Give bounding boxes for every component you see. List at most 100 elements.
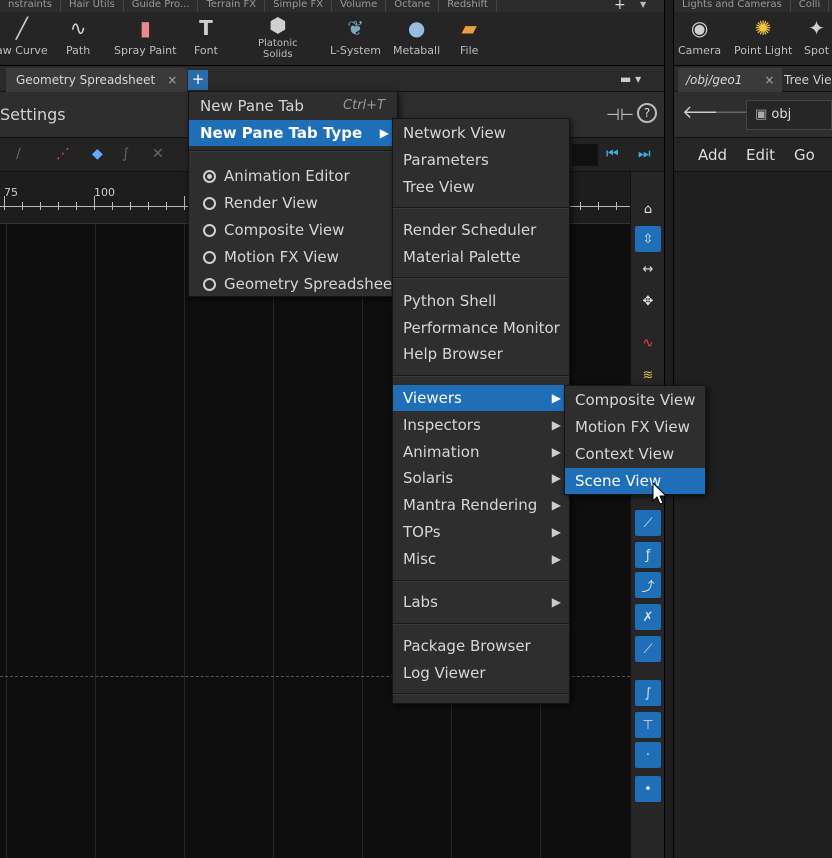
tool-label: Camera xyxy=(678,44,722,57)
curve-tool-icon[interactable]: ∕ xyxy=(16,146,21,162)
menu-item-scene-view[interactable]: Scene View xyxy=(565,468,705,494)
menu-item-animation[interactable]: Animation ▶ xyxy=(393,439,569,465)
function-icon[interactable]: ƒ xyxy=(635,542,661,568)
select-key-icon[interactable]: ◆ xyxy=(92,146,103,162)
menu-item-new-pane-tab-type[interactable]: New Pane Tab Type ▶ xyxy=(189,120,397,146)
tangent-icon[interactable]: ⟋ xyxy=(635,510,661,536)
menu-item-performance-monitor[interactable]: Performance Monitor xyxy=(393,315,569,341)
menu-item-render-scheduler[interactable]: Render Scheduler xyxy=(393,217,569,243)
network-editor-area[interactable] xyxy=(674,172,832,858)
fit-horizontal-icon[interactable]: ↔ xyxy=(635,256,661,282)
linear-icon[interactable]: ⟋ xyxy=(635,636,661,662)
menu-separator xyxy=(393,623,569,625)
menu-item-parameters[interactable]: Parameters xyxy=(393,147,569,173)
shelf-menu-icon[interactable]: ▼ xyxy=(640,0,646,10)
tab-label: /obj/geo1 xyxy=(686,73,743,87)
fit-all-icon[interactable]: ✥ xyxy=(635,288,661,314)
slope-icon[interactable]: ∫ xyxy=(122,146,129,162)
menu-item-new-pane-tab[interactable]: New Pane Tab Ctrl+T xyxy=(189,93,397,119)
shelf-tab[interactable]: Terrain FX xyxy=(198,0,266,12)
menu-edit[interactable]: Edit xyxy=(746,146,775,164)
new-tab-button[interactable]: + xyxy=(188,70,208,90)
help-icon[interactable]: ? xyxy=(637,103,657,123)
menu-item-label: Motion FX View xyxy=(575,418,690,436)
tab-network-path[interactable]: /obj/geo1 × xyxy=(678,68,783,92)
ruler-tick xyxy=(598,202,599,210)
menu-item-label: Motion FX View xyxy=(224,248,339,266)
shelf-tab[interactable]: Simple FX xyxy=(265,0,333,12)
menu-item-label: Labs xyxy=(403,593,438,611)
tab-tree-view[interactable]: Tree Vie xyxy=(784,68,831,92)
font-tool[interactable]: T Font xyxy=(194,12,218,66)
radio-composite-view[interactable]: Composite View xyxy=(189,217,397,243)
platonic-solids-tool[interactable]: ⬢ Platonic Solids xyxy=(258,12,298,66)
menu-item-tree-view[interactable]: Tree View xyxy=(393,174,569,200)
l-system-tool[interactable]: ❦ L-System xyxy=(330,12,381,66)
shelf-tab[interactable]: Redshift xyxy=(439,0,497,12)
smooth-icon[interactable]: ✕ xyxy=(152,146,164,162)
ruler-tick xyxy=(58,202,59,210)
menu-item-misc[interactable]: Misc ▶ xyxy=(393,546,569,572)
menu-item-composite-view[interactable]: Composite View xyxy=(565,387,705,413)
menu-item-material-palette[interactable]: Material Palette xyxy=(393,244,569,270)
tab-geometry-spreadsheet[interactable]: Geometry Spreadsheet × xyxy=(6,68,188,92)
menu-item-viewers[interactable]: Viewers ▶ xyxy=(393,385,569,411)
key-tool-icon[interactable]: ⋰ xyxy=(56,146,70,162)
bezier-icon[interactable]: ⊤ xyxy=(635,712,661,738)
pin-icon[interactable]: ⊣⊢ xyxy=(606,105,634,124)
menu-item-labs[interactable]: Labs ▶ xyxy=(393,589,569,615)
ruler-tick xyxy=(40,202,41,210)
frame-icon[interactable]: ⇳ xyxy=(635,226,661,252)
grid-line xyxy=(184,224,185,858)
menu-item-help-browser[interactable]: Help Browser xyxy=(393,341,569,367)
menu-item-python-shell[interactable]: Python Shell xyxy=(393,288,569,314)
shelf-tab[interactable]: Colli xyxy=(791,0,830,12)
point-icon[interactable]: · xyxy=(635,742,661,768)
radio-icon xyxy=(203,251,216,264)
path-tool[interactable]: ∿ Path xyxy=(66,12,90,66)
menu-go[interactable]: Go xyxy=(794,146,815,164)
platonic-solids-icon: ⬢ xyxy=(269,12,287,37)
metaball-tool[interactable]: ● Metaball xyxy=(393,12,440,66)
break-icon[interactable]: ✗ xyxy=(635,604,661,630)
menu-item-solaris[interactable]: Solaris ▶ xyxy=(393,465,569,491)
shelf-tab[interactable]: Hair Utils xyxy=(61,0,124,12)
shelf-tab[interactable]: Lights and Cameras xyxy=(674,0,791,12)
menu-item-inspectors[interactable]: Inspectors ▶ xyxy=(393,412,569,438)
home-icon[interactable]: ⌂ xyxy=(635,196,661,222)
draw-curve-tool[interactable]: ╱ aw Curve xyxy=(0,12,48,66)
radio-motion-fx-view[interactable]: Motion FX View xyxy=(189,244,397,270)
menu-add[interactable]: Add xyxy=(698,146,727,164)
frame-field[interactable] xyxy=(572,144,598,166)
menu-item-network-view[interactable]: Network View xyxy=(393,120,569,146)
path-obj-button[interactable]: ▣ obj xyxy=(746,100,832,130)
menu-item-tops[interactable]: TOPs ▶ xyxy=(393,519,569,545)
point-light-tool[interactable]: ✺ Point Light xyxy=(734,12,792,66)
radio-animation-editor[interactable]: Animation Editor xyxy=(189,163,397,189)
spot-light-tool[interactable]: ✦ Spot xyxy=(804,12,829,66)
shelf-tab[interactable]: Octane xyxy=(386,0,440,12)
close-icon[interactable]: × xyxy=(167,73,177,87)
radio-geometry-spreadsheet[interactable]: Geometry Spreadsheet xyxy=(189,271,398,297)
pane-menu-icon[interactable]: ▬ ▾ xyxy=(620,72,641,86)
add-shelf-icon[interactable]: + xyxy=(614,0,626,12)
menu-item-log-viewer[interactable]: Log Viewer xyxy=(393,660,569,686)
spray-paint-tool[interactable]: ▮ Spray Paint xyxy=(114,12,176,66)
jump-start-icon[interactable]: ⏮ xyxy=(606,146,619,162)
camera-tool[interactable]: ◉ Camera xyxy=(678,12,721,66)
jump-end-icon[interactable]: ⏭ xyxy=(638,146,651,162)
curve-view-icon[interactable]: ∿ xyxy=(635,330,661,356)
menu-item-mantra-rendering[interactable]: Mantra Rendering ▶ xyxy=(393,492,569,518)
file-tool[interactable]: ▰ File xyxy=(460,12,478,66)
shelf-tab[interactable]: Guide Pro... xyxy=(124,0,199,12)
menu-item-motion-fx-view[interactable]: Motion FX View xyxy=(565,414,705,440)
radio-render-view[interactable]: Render View xyxy=(189,190,397,216)
menu-item-package-browser[interactable]: Package Browser xyxy=(393,633,569,659)
ease-icon[interactable]: ⤴ xyxy=(635,572,661,598)
close-icon[interactable]: × xyxy=(764,73,774,87)
shelf-tab[interactable]: Volume xyxy=(332,0,387,12)
smooth-curve-icon[interactable]: ∫ xyxy=(635,680,661,706)
menu-item-context-view[interactable]: Context View xyxy=(565,441,705,467)
shelf-tab[interactable]: nstraints xyxy=(0,0,61,12)
key-point-icon[interactable]: • xyxy=(635,776,661,802)
